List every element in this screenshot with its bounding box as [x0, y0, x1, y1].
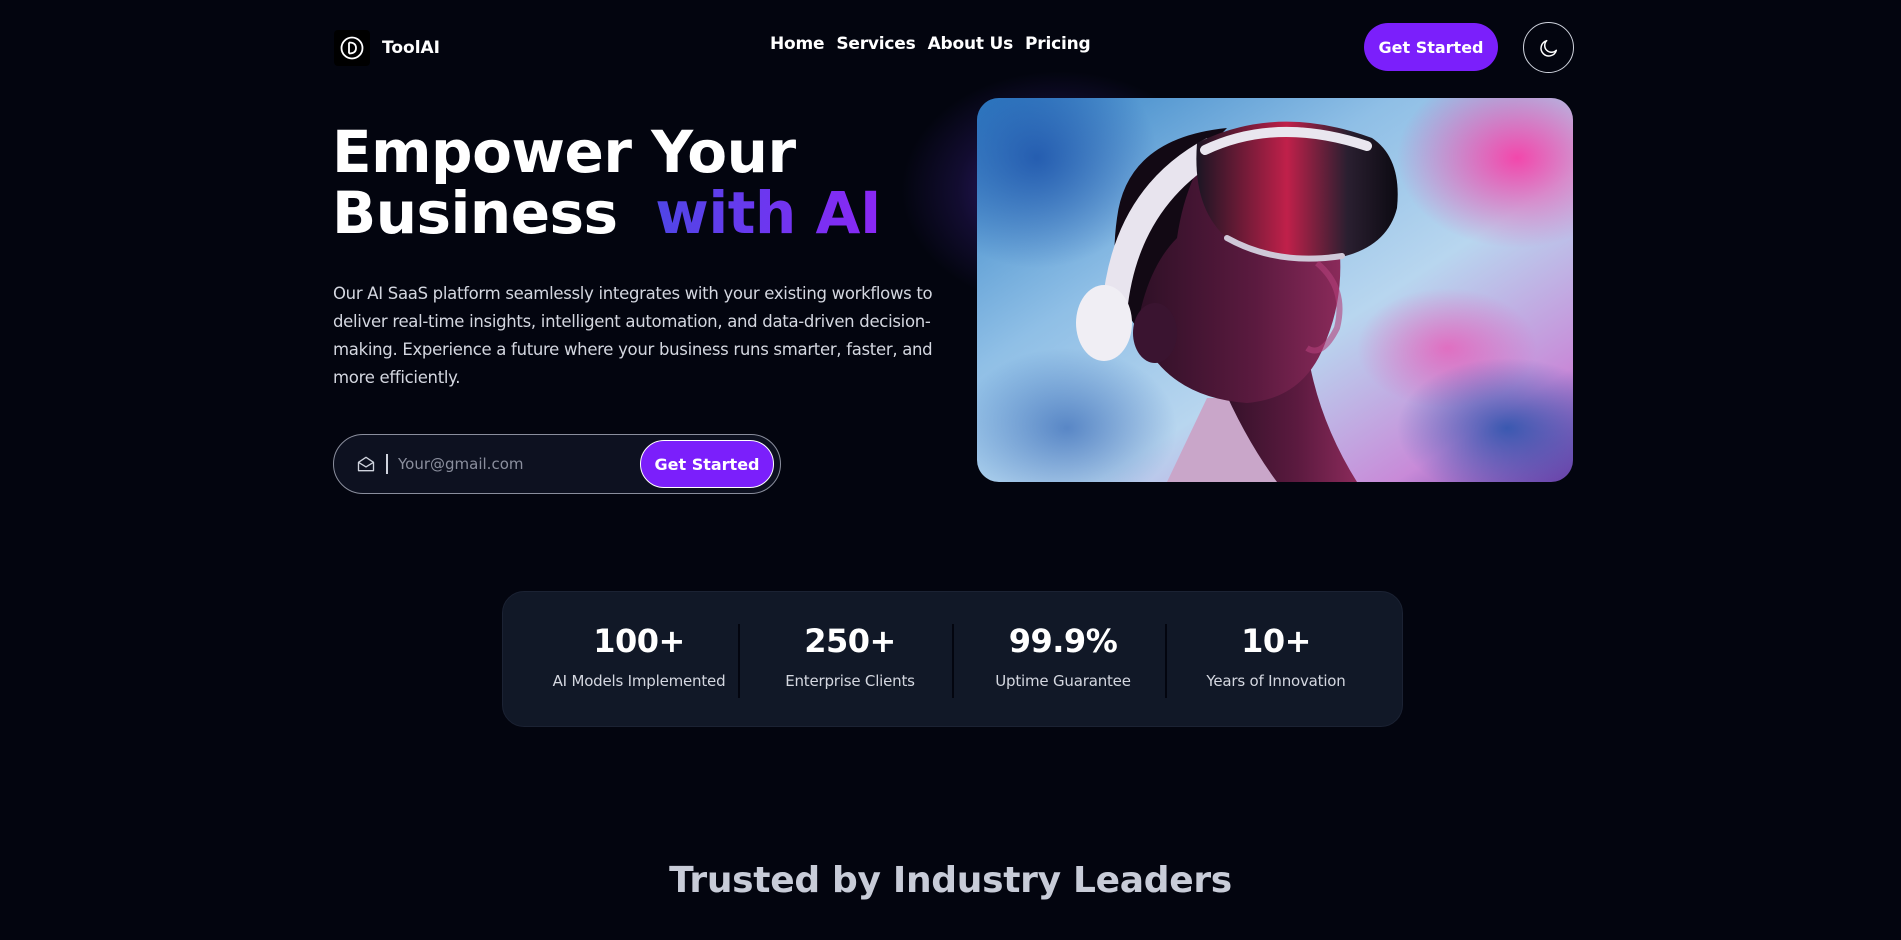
hero-title: Empower Your Business with AI	[332, 122, 881, 244]
stat-enterprise-clients: 250+ Enterprise Clients	[744, 622, 956, 690]
form-get-started-button[interactable]: Get Started	[640, 440, 774, 488]
stat-ai-models: 100+ AI Models Implemented	[533, 622, 745, 690]
stats-card: 100+ AI Models Implemented 250+ Enterpri…	[502, 591, 1403, 727]
nav-item-services[interactable]: Services	[836, 34, 915, 54]
stat-value: 10+	[1241, 622, 1311, 660]
input-divider	[386, 454, 388, 474]
stat-divider	[738, 624, 740, 698]
logo-d-circle-icon	[334, 30, 370, 66]
stat-label: Years of Innovation	[1206, 672, 1346, 690]
email-signup-form: Get Started	[333, 434, 781, 494]
stat-years: 10+ Years of Innovation	[1170, 622, 1382, 690]
nav-item-pricing[interactable]: Pricing	[1025, 34, 1091, 54]
stat-value: 100+	[593, 622, 685, 660]
stat-divider	[952, 624, 954, 698]
stat-label: AI Models Implemented	[552, 672, 726, 690]
brand-name: ToolAI	[382, 38, 441, 58]
trusted-by-heading: Trusted by Industry Leaders	[669, 860, 1232, 901]
email-input[interactable]	[398, 449, 618, 479]
header-get-started-button[interactable]: Get Started	[1364, 23, 1498, 71]
site-header: ToolAI Home Services About Us Pricing Ge…	[334, 22, 1574, 73]
hero-title-line2: Business	[332, 179, 618, 247]
stat-label: Uptime Guarantee	[995, 672, 1131, 690]
stat-value: 250+	[804, 622, 896, 660]
theme-toggle-button[interactable]	[1523, 22, 1574, 73]
stat-value: 99.9%	[1008, 622, 1118, 660]
main-nav: Home Services About Us Pricing	[770, 34, 1091, 54]
stat-label: Enterprise Clients	[785, 672, 915, 690]
envelope-open-icon	[356, 454, 376, 478]
brand[interactable]: ToolAI	[334, 30, 440, 66]
hero-title-accent: with AI	[655, 179, 881, 247]
hero-image-vr-headset	[977, 98, 1573, 482]
stat-uptime: 99.9% Uptime Guarantee	[957, 622, 1169, 690]
stat-divider	[1165, 624, 1167, 698]
hero-description: Our AI SaaS platform seamlessly integrat…	[333, 284, 933, 387]
nav-item-about-us[interactable]: About Us	[928, 34, 1014, 54]
moon-icon	[1539, 39, 1557, 57]
nav-item-home[interactable]: Home	[770, 34, 825, 54]
landing-page: ToolAI Home Services About Us Pricing Ge…	[0, 0, 1901, 940]
hero-title-line1: Empower Your	[332, 118, 796, 186]
